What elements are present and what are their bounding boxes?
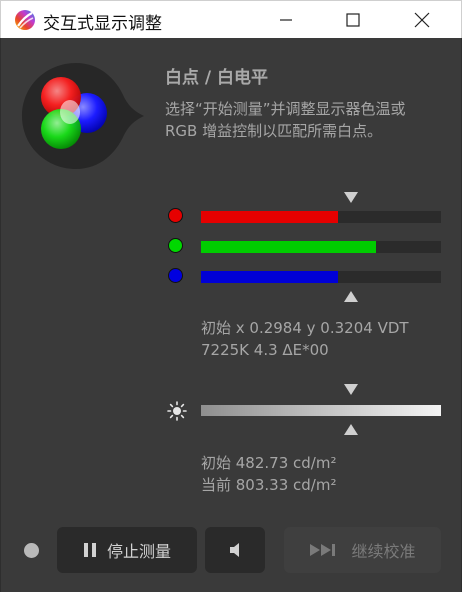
speaker-icon (230, 543, 239, 557)
skip-forward-icon (310, 544, 336, 556)
blue-gain-fill (201, 271, 338, 283)
whitepoint-readout-line-2: 7225K 4.3 ΔE*00 (201, 341, 329, 359)
continue-calibration-button[interactable]: 继续校准 (284, 527, 441, 573)
minimize-button[interactable] (263, 1, 309, 39)
luminance-target-marker-top (344, 384, 358, 395)
red-channel-dot (168, 208, 183, 223)
minimize-icon (280, 19, 292, 21)
luminance-bar (201, 405, 441, 416)
continue-calibration-label: 继续校准 (351, 542, 416, 561)
luminance-current: 当前 803.33 cd/m² (201, 476, 337, 494)
luminance-readout: 初始 482.73 cd/m² 当前 803.33 cd/m² (201, 452, 336, 496)
green-gain-bar (201, 241, 441, 253)
instructions-text: 选择“开始测量”并调整显示器色温或 RGB 增益控制以匹配所需白点。 (165, 98, 450, 142)
stop-measurement-label: 停止测量 (106, 542, 171, 561)
rgb-logo-icon (22, 63, 144, 169)
window-title: 交互式显示调整 (43, 14, 162, 34)
instructions-line-2: RGB 增益控制以匹配所需白点。 (165, 122, 383, 140)
luminance-target-marker-bottom (344, 424, 358, 435)
brightness-icon (167, 401, 187, 421)
status-indicator (24, 543, 39, 558)
rgb-target-marker-top (344, 192, 358, 203)
green-gain-fill (201, 241, 377, 253)
main-panel: 白点 / 白电平 选择“开始测量”并调整显示器色温或 RGB 增益控制以匹配所需… (0, 38, 462, 592)
instructions-line-1: 选择“开始测量”并调整显示器色温或 (165, 100, 406, 118)
whitepoint-readout-line-1: 初始 x 0.2984 y 0.3204 VDT (201, 319, 409, 337)
close-button[interactable] (399, 1, 445, 39)
rgb-target-marker-bottom (344, 291, 358, 302)
whitepoint-readout: 初始 x 0.2984 y 0.3204 VDT 7225K 4.3 ΔE*00 (201, 317, 409, 361)
red-gain-bar (201, 211, 441, 223)
maximize-icon (346, 13, 360, 27)
stop-measurement-button[interactable]: 停止测量 (57, 527, 197, 573)
blue-channel-dot (168, 268, 183, 283)
green-channel-dot (168, 238, 183, 253)
maximize-button[interactable] (330, 1, 376, 39)
section-title: 白点 / 白电平 (165, 68, 269, 88)
blue-gain-bar (201, 271, 441, 283)
app-icon (15, 10, 35, 30)
red-gain-fill (201, 211, 338, 223)
luminance-initial: 初始 482.73 cd/m² (201, 454, 337, 472)
pause-icon (83, 543, 96, 557)
close-icon (414, 12, 430, 28)
title-bar: 交互式显示调整 (0, 0, 462, 38)
sound-toggle-button[interactable] (205, 527, 265, 573)
